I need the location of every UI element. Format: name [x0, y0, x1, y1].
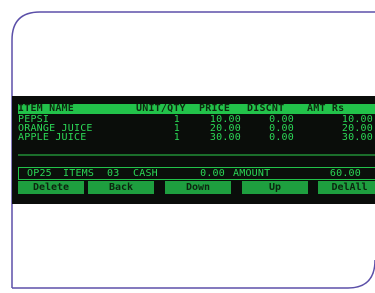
items-count: 03 [107, 168, 120, 179]
delete-all-button[interactable]: DelAll [318, 181, 375, 194]
header-unit-qty: UNIT/QTY [136, 103, 186, 114]
pos-screen: ITEM NAME UNIT/QTY PRICE DISCNT AMT Rs P… [12, 96, 375, 204]
header-discount: DISCNT [247, 103, 285, 114]
down-button[interactable]: Down [165, 181, 232, 194]
status-bar: OP25 ITEMS 03 CASH 0.00 AMOUNT 60.00 [18, 167, 375, 180]
amount-value: 60.00 [329, 168, 361, 179]
cash-label: CASH [133, 168, 158, 179]
item-qty: 1 [173, 132, 180, 143]
cash-value: 0.00 [200, 168, 225, 179]
operator-id: OP25 [27, 168, 52, 179]
item-price: 30.00 [209, 132, 241, 143]
table-row[interactable]: APPLE JUICE 1 30.00 0.00 30.00 [18, 132, 375, 143]
item-amount: 30.00 [341, 132, 373, 143]
up-button[interactable]: Up [242, 181, 309, 194]
header-price: PRICE [199, 103, 231, 114]
header-item-name: ITEM NAME [18, 103, 74, 114]
header-amount: AMT Rs [307, 103, 345, 114]
back-button[interactable]: Back [88, 181, 155, 194]
item-name: APPLE JUICE [18, 132, 87, 143]
divider [18, 154, 375, 156]
amount-label: AMOUNT [233, 168, 271, 179]
delete-button[interactable]: Delete [18, 181, 85, 194]
item-discount: 0.00 [269, 132, 294, 143]
items-label: ITEMS [63, 168, 95, 179]
table-header: ITEM NAME UNIT/QTY PRICE DISCNT AMT Rs [18, 104, 375, 114]
function-key-bar: Delete Back Down Up DelAll [18, 181, 375, 194]
